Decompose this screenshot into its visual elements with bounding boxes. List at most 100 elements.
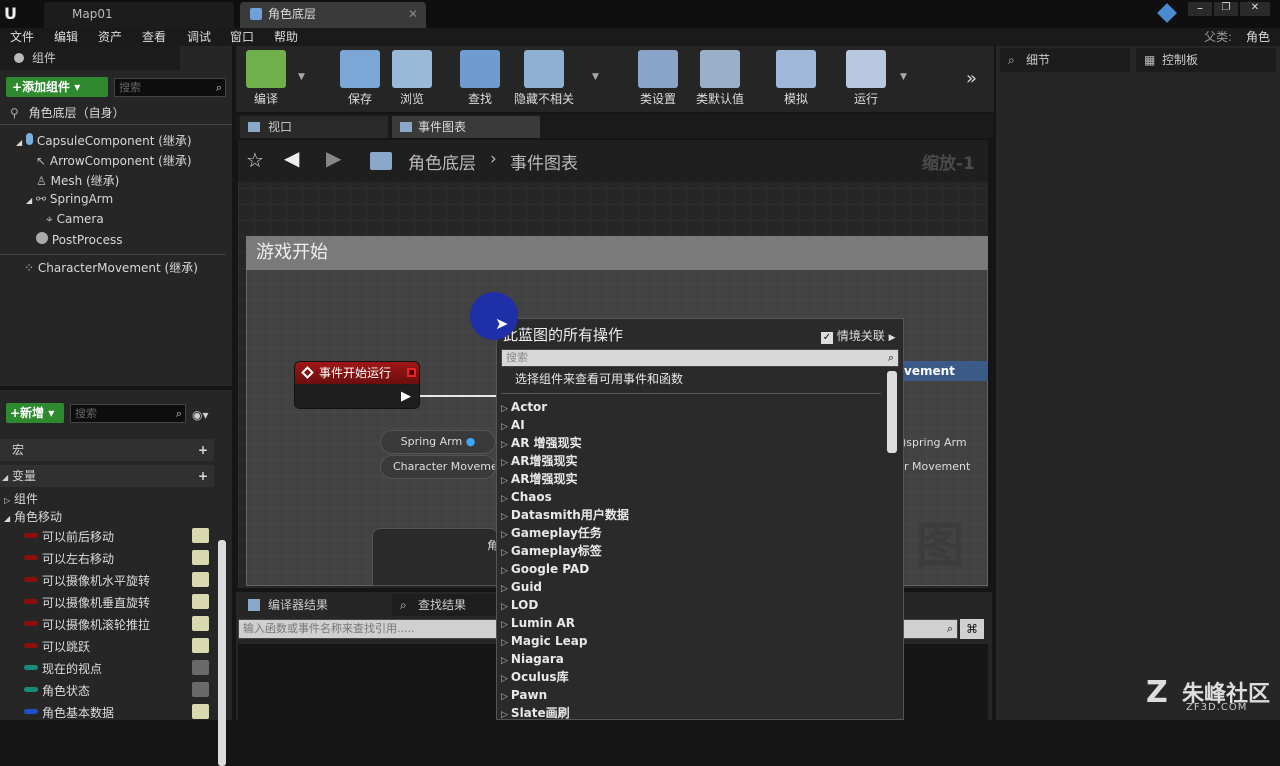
context-menu-item[interactable]: ▷ Oculus库 xyxy=(501,668,569,686)
context-menu-item[interactable]: ▷ AR 增强现实 xyxy=(501,434,582,452)
variable-item[interactable]: 可以前后移动 xyxy=(0,525,214,547)
star-icon[interactable]: ☆ xyxy=(246,148,264,172)
component-root[interactable]: ⚲ 角色底层（自身） xyxy=(10,104,125,121)
eye-icon[interactable] xyxy=(192,682,209,697)
eye-icon[interactable] xyxy=(192,638,209,653)
comment-title[interactable]: 游戏开始 xyxy=(246,236,988,270)
parent-class-value[interactable]: 角色 xyxy=(1246,28,1270,46)
source-control-icon[interactable] xyxy=(1157,3,1177,23)
context-menu-item[interactable]: ▷ AI xyxy=(501,416,525,434)
forward-arrow-icon[interactable]: ▶ xyxy=(326,146,341,170)
add-component-button[interactable]: +添加组件 ▾ xyxy=(6,77,108,97)
component-item[interactable]: ◢ CapsuleComponent (继承) xyxy=(16,132,192,149)
component-item[interactable]: ♙ Mesh (继承) xyxy=(36,172,119,189)
exec-pin-icon[interactable]: ▶ xyxy=(401,389,411,404)
context-sensitive-toggle[interactable]: ✓ 情境关联 ▶ xyxy=(821,327,896,344)
menu-edit[interactable]: 编辑 xyxy=(54,28,78,46)
menu-window[interactable]: 窗口 xyxy=(230,28,254,46)
toolbar-button[interactable]: 类设置 xyxy=(628,50,688,107)
add-icon[interactable]: + xyxy=(198,465,208,487)
component-item[interactable]: PostProcess xyxy=(36,232,122,247)
component-item[interactable]: ◢ ⚯ SpringArm xyxy=(26,192,113,206)
eye-icon[interactable] xyxy=(192,616,209,631)
context-menu-item[interactable]: ▷ Gameplay任务 xyxy=(501,524,602,542)
component-item[interactable]: ⁘ CharacterMovement (继承) xyxy=(24,259,198,276)
scrollbar[interactable] xyxy=(218,540,226,766)
toolbar-button[interactable]: 类默认值 xyxy=(690,50,750,107)
context-menu-item[interactable]: ▷ Magic Leap xyxy=(501,632,587,650)
search-icon[interactable]: ⌕ xyxy=(947,620,953,638)
add-icon[interactable]: + xyxy=(198,439,208,461)
scrollbar[interactable] xyxy=(887,371,897,453)
context-menu-item[interactable]: ▷ AR增强现实 xyxy=(501,470,577,488)
context-menu-item[interactable]: ▷ Actor xyxy=(501,398,547,416)
menu-debug[interactable]: 调试 xyxy=(187,28,211,46)
toolbar-button[interactable]: 保存 xyxy=(330,50,390,107)
eye-icon[interactable]: ◉▾ xyxy=(192,408,209,422)
back-arrow-icon[interactable]: ◀ xyxy=(284,146,299,170)
event-node[interactable]: 事件开始运行 ▶ xyxy=(294,361,420,409)
toolbar-button[interactable]: 隐藏不相关 xyxy=(514,50,574,107)
toolbar-button[interactable]: 浏览 xyxy=(382,50,442,107)
movement-category[interactable]: ◢ 角色移动 xyxy=(4,508,62,525)
minimize-button[interactable]: – xyxy=(1188,2,1212,16)
details-tab[interactable]: ⌕ 细节 xyxy=(1000,48,1130,72)
tab-event-graph[interactable]: 事件图表 xyxy=(392,116,540,138)
dropdown-icon[interactable]: ▼ xyxy=(298,72,305,82)
checkbox-icon[interactable]: ✓ xyxy=(821,332,833,344)
tab-map01[interactable]: Map01 xyxy=(44,2,234,28)
tab-find-results[interactable]: ⌕ 查找结果 xyxy=(392,594,496,616)
toolbar-button[interactable]: 查找 xyxy=(450,50,510,107)
binoculars-button[interactable]: ⌘ xyxy=(960,619,984,639)
unreal-logo-icon[interactable]: U xyxy=(4,4,24,24)
context-menu-item[interactable]: ▷ Chaos xyxy=(501,488,552,506)
context-menu-item[interactable]: ▷ Datasmith用户数据 xyxy=(501,506,629,524)
dropdown-icon[interactable]: ▼ xyxy=(592,72,599,82)
close-icon[interactable]: ✕ xyxy=(408,2,418,26)
context-menu-item[interactable]: ▷ Lumin AR xyxy=(501,614,575,632)
variable-item[interactable]: 可以摄像机垂直旋转 xyxy=(0,591,214,613)
toolbar-button[interactable]: 编译 xyxy=(236,50,296,107)
eye-icon[interactable] xyxy=(192,550,209,565)
context-search-input[interactable]: 搜索 ⌕ xyxy=(501,349,899,367)
partial-node[interactable]: 角 xyxy=(372,528,498,586)
components-category[interactable]: ▷ 组件 xyxy=(4,490,38,507)
tab-viewport[interactable]: 视口 xyxy=(240,116,388,138)
variables-section[interactable]: ◢ 变量 + xyxy=(0,465,214,487)
dropdown-icon[interactable]: ▼ xyxy=(900,72,907,82)
component-item[interactable]: ↖ ArrowComponent (继承) xyxy=(36,152,192,169)
partial-node-right[interactable]: vement xyxy=(902,361,988,381)
variable-item[interactable]: 角色状态 xyxy=(0,679,214,701)
eye-icon[interactable] xyxy=(192,572,209,587)
delegate-pin-icon[interactable] xyxy=(407,368,416,377)
variable-item[interactable]: 可以摄像机水平旋转 xyxy=(0,569,214,591)
context-menu-item[interactable]: ▷ AR增强现实 xyxy=(501,452,577,470)
more-icon[interactable]: » xyxy=(966,68,977,89)
toolbar-button[interactable]: 运行 xyxy=(836,50,896,107)
eye-icon[interactable] xyxy=(192,528,209,543)
component-search-input[interactable]: 搜索 ⌕ xyxy=(114,78,226,97)
pin-icon[interactable]: ● xyxy=(466,435,476,448)
tab-compiler-results[interactable]: 编译器结果 xyxy=(240,594,390,616)
context-menu-item[interactable]: ▷ Guid xyxy=(501,578,542,596)
menu-help[interactable]: 帮助 xyxy=(274,28,298,46)
context-menu-item[interactable]: ▷ Slate画刷 xyxy=(501,704,570,722)
context-menu-item[interactable]: ▷ LOD xyxy=(501,596,538,614)
var-node-character-movement[interactable]: Character Movemen xyxy=(380,455,496,479)
control-tab[interactable]: ▦ 控制板 xyxy=(1136,48,1276,72)
variable-item[interactable]: 可以左右移动 xyxy=(0,547,214,569)
variable-item[interactable]: 可以跳跃 xyxy=(0,635,214,657)
menu-view[interactable]: 查看 xyxy=(142,28,166,46)
eye-icon[interactable] xyxy=(192,704,209,719)
blueprint-search-input[interactable]: 搜索 ⌕ xyxy=(70,404,186,423)
context-menu-item[interactable]: ▷ Gameplay标签 xyxy=(501,542,602,560)
menu-file[interactable]: 文件 xyxy=(10,28,34,46)
context-menu[interactable]: 此蓝图的所有操作 ✓ 情境关联 ▶ 搜索 ⌕ 选择组件来查看可用事件和函数 ▷ A… xyxy=(496,318,904,720)
context-menu-item[interactable]: ▷ Niagara xyxy=(501,650,564,668)
breadcrumb-root[interactable]: 角色底层 xyxy=(408,149,476,174)
eye-icon[interactable] xyxy=(192,660,209,675)
maximize-button[interactable]: ❐ xyxy=(1214,2,1238,16)
new-button[interactable]: +新增 ▾ xyxy=(6,403,64,423)
variable-item[interactable]: 可以摄像机滚轮推拉 xyxy=(0,613,214,635)
eye-icon[interactable] xyxy=(192,594,209,609)
